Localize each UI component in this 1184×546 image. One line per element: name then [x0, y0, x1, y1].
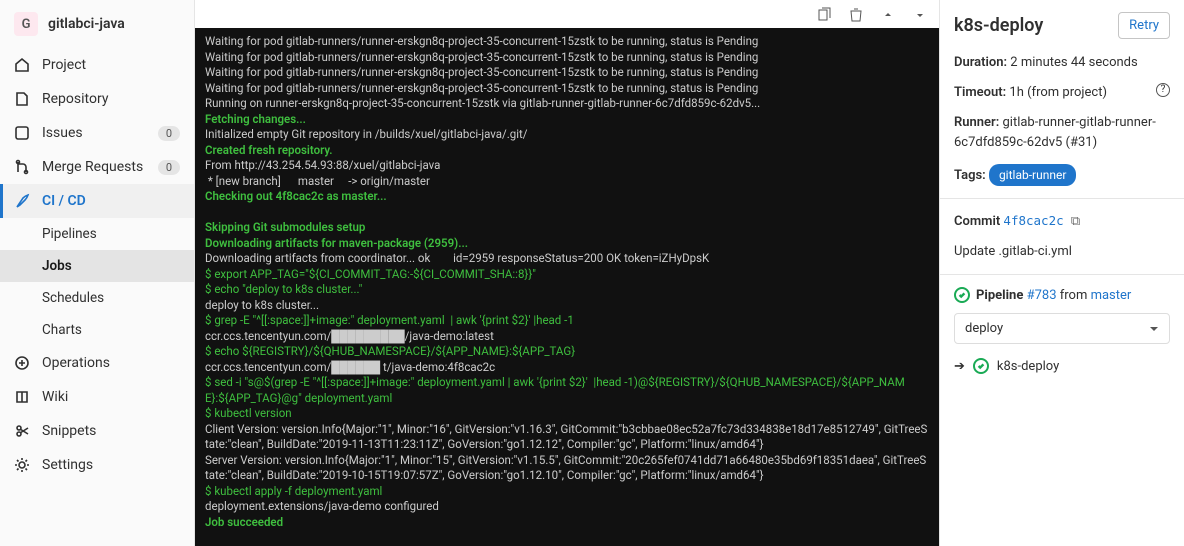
- arrow-right-icon: ➔: [954, 359, 965, 374]
- scissors-icon: [14, 423, 30, 439]
- sub-charts[interactable]: Charts: [0, 314, 194, 346]
- nav-project[interactable]: Project: [0, 48, 194, 82]
- nav-repository[interactable]: Repository: [0, 82, 194, 116]
- project-name: gitlabci-java: [48, 16, 125, 32]
- copy-sha-icon[interactable]: ⧉: [1071, 214, 1080, 229]
- nav-mrs-label: Merge Requests: [42, 159, 143, 175]
- nav-issues-label: Issues: [42, 125, 83, 141]
- sub-schedules[interactable]: Schedules: [0, 282, 194, 314]
- sub-pipelines[interactable]: Pipelines: [0, 218, 194, 250]
- operations-icon: [14, 355, 30, 371]
- job-log[interactable]: Waiting for pod gitlab-runners/runner-er…: [195, 28, 939, 546]
- job-row-name: k8s-deploy: [997, 359, 1059, 374]
- nav-operations[interactable]: Operations: [0, 346, 194, 380]
- book-icon: [14, 389, 30, 405]
- job-list-item[interactable]: ➔ k8s-deploy: [954, 358, 1170, 374]
- nav-repository-label: Repository: [42, 91, 108, 107]
- log-toolbar: [195, 0, 939, 28]
- erase-log-icon[interactable]: [847, 6, 865, 24]
- nav-cicd[interactable]: CI / CD: [0, 184, 194, 218]
- copy-log-icon[interactable]: [815, 6, 833, 24]
- job-details-panel: k8s-deploy Retry Duration: 2 minutes 44 …: [939, 0, 1184, 546]
- file-icon: [14, 91, 30, 107]
- scroll-bottom-icon[interactable]: [911, 6, 929, 24]
- nav-cicd-label: CI / CD: [42, 193, 86, 209]
- status-passed-icon: [954, 287, 970, 303]
- nav-settings[interactable]: Settings: [0, 448, 194, 482]
- rocket-icon: [14, 193, 30, 209]
- issues-count: 0: [158, 126, 180, 141]
- nav-snippets[interactable]: Snippets: [0, 414, 194, 448]
- stage-value: deploy: [965, 321, 1003, 336]
- commit-sha[interactable]: 4f8cac2c: [1003, 213, 1063, 228]
- job-name: k8s-deploy: [954, 15, 1043, 36]
- home-icon: [14, 57, 30, 73]
- sidebar: G gitlabci-java Project Repository Issue…: [0, 0, 195, 546]
- tag-chip: gitlab-runner: [989, 164, 1076, 187]
- branch-link[interactable]: master: [1091, 288, 1132, 303]
- project-avatar: G: [14, 12, 38, 36]
- job-tags: Tags: gitlab-runner: [954, 164, 1170, 187]
- status-passed-icon: [973, 358, 989, 374]
- mrs-count: 0: [158, 160, 180, 175]
- pipeline-link[interactable]: #783: [1027, 288, 1057, 303]
- nav-settings-label: Settings: [42, 457, 93, 473]
- commit-line: Commit 4f8cac2c ⧉: [954, 211, 1170, 232]
- pipeline-line: Pipeline #783 from master: [954, 287, 1170, 303]
- retry-button[interactable]: Retry: [1118, 12, 1170, 39]
- job-duration: Duration: 2 minutes 44 seconds: [954, 53, 1170, 73]
- gear-icon: [14, 457, 30, 473]
- chevron-down-icon: [1149, 324, 1159, 334]
- issues-icon: [14, 125, 30, 141]
- job-runner: Runner: gitlab-runner-gitlab-runner-6c7d…: [954, 113, 1170, 153]
- nav-wiki[interactable]: Wiki: [0, 380, 194, 414]
- project-header[interactable]: G gitlabci-java: [0, 0, 194, 48]
- nav-snippets-label: Snippets: [42, 423, 96, 439]
- job-timeout: Timeout: 1h (from project)?: [954, 83, 1170, 103]
- stage-select[interactable]: deploy: [954, 313, 1170, 344]
- help-icon[interactable]: ?: [1156, 83, 1170, 97]
- nav-operations-label: Operations: [42, 355, 110, 371]
- job-log-panel: Waiting for pod gitlab-runners/runner-er…: [195, 0, 939, 546]
- nav-issues[interactable]: Issues 0: [0, 116, 194, 150]
- nav-wiki-label: Wiki: [42, 389, 68, 405]
- sub-jobs[interactable]: Jobs: [0, 250, 194, 282]
- nav-project-label: Project: [42, 57, 86, 73]
- scroll-top-icon[interactable]: [879, 6, 897, 24]
- merge-icon: [14, 159, 30, 175]
- nav-merge-requests[interactable]: Merge Requests 0: [0, 150, 194, 184]
- commit-message: Update .gitlab-ci.yml: [954, 242, 1170, 262]
